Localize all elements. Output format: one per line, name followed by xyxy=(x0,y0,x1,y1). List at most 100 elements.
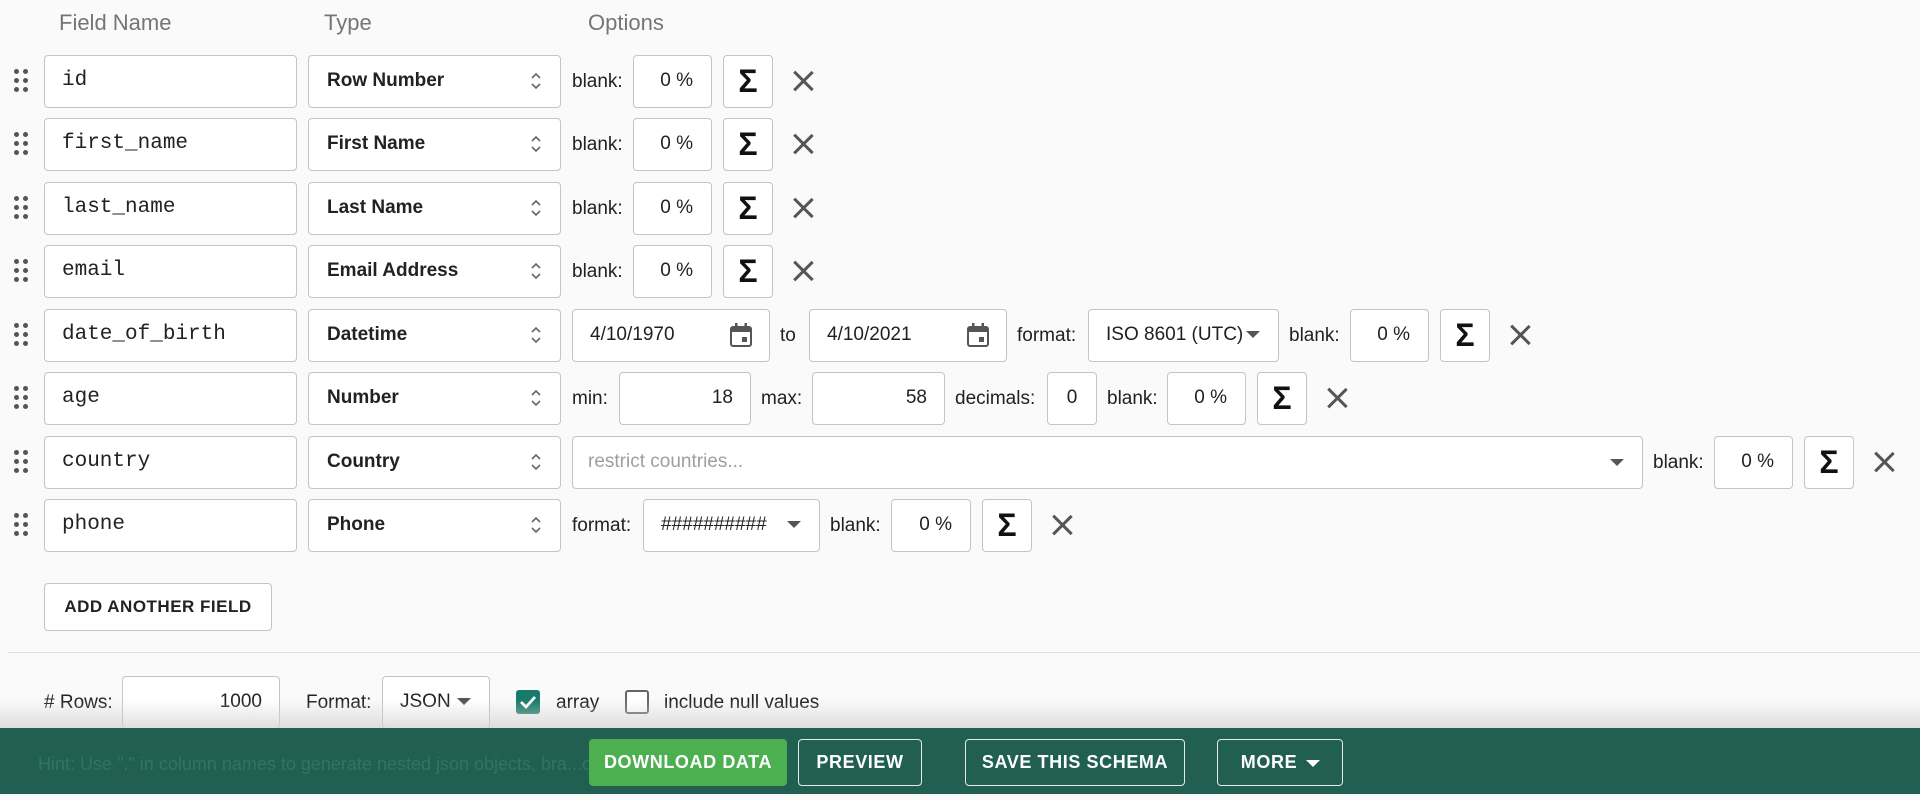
restrict-countries-placeholder: restrict countries... xyxy=(588,451,744,472)
drag-handle-icon[interactable] xyxy=(14,132,30,158)
remove-field-button[interactable] xyxy=(1322,383,1352,413)
drag-handle-icon[interactable] xyxy=(14,513,30,539)
sigma-button[interactable]: Σ xyxy=(723,55,773,108)
sigma-icon: Σ xyxy=(1272,380,1292,416)
date-from-input[interactable]: 4/10/1970 xyxy=(572,309,770,362)
field-type-select[interactable]: Row Number xyxy=(308,55,561,108)
field-type-select[interactable]: Email Address xyxy=(308,245,561,298)
drag-handle-icon[interactable] xyxy=(14,196,30,222)
preview-button[interactable]: PREVIEW xyxy=(798,739,922,786)
save-schema-button[interactable]: SAVE THIS SCHEMA xyxy=(965,739,1185,786)
blank-label: blank: xyxy=(830,515,881,536)
download-data-button[interactable]: DOWNLOAD DATA xyxy=(589,739,787,786)
blank-percent-input[interactable]: 0 % xyxy=(633,182,712,235)
blank-percent-input[interactable]: 0 % xyxy=(891,499,971,552)
updown-arrows-icon xyxy=(531,72,541,90)
remove-field-button[interactable] xyxy=(788,66,818,96)
updown-arrows-icon xyxy=(531,326,541,344)
blank-percent-input[interactable]: 0 % xyxy=(1714,436,1793,489)
footer-bar: Hint: Use "." in column names to generat… xyxy=(0,728,1920,794)
date-to-input[interactable]: 4/10/2021 xyxy=(809,309,1007,362)
remove-field-button[interactable] xyxy=(788,193,818,223)
field-name-input[interactable]: age xyxy=(44,372,297,425)
sigma-button[interactable]: Σ xyxy=(723,182,773,235)
blank-percent-input[interactable]: 0 % xyxy=(633,245,712,298)
phone-format-select[interactable]: ########## xyxy=(643,499,820,552)
add-another-field-button[interactable]: ADD ANOTHER FIELD xyxy=(44,583,272,631)
field-name-input[interactable]: country xyxy=(44,436,297,489)
sigma-button[interactable]: Σ xyxy=(1257,372,1307,425)
field-row-last-name: last_name Last Name blank: 0 % Σ xyxy=(0,182,1920,236)
blank-label: blank: xyxy=(1653,452,1704,473)
remove-field-button[interactable] xyxy=(788,256,818,286)
blank-percent-input[interactable]: 0 % xyxy=(1167,372,1246,425)
scroll-shadow xyxy=(0,700,1920,728)
field-name-input[interactable]: date_of_birth xyxy=(44,309,297,362)
date-format-select[interactable]: ISO 8601 (UTC) xyxy=(1088,309,1279,362)
field-row-email: email Email Address blank: 0 % Σ xyxy=(0,245,1920,299)
drag-handle-icon[interactable] xyxy=(14,386,30,412)
column-headers: Field Name Type Options xyxy=(0,0,1920,44)
field-name-input[interactable]: first_name xyxy=(44,118,297,171)
field-type-select[interactable]: First Name xyxy=(308,118,561,171)
field-type-select[interactable]: Number xyxy=(308,372,561,425)
field-row-first-name: first_name First Name blank: 0 % Σ xyxy=(0,118,1920,172)
max-input[interactable]: 58 xyxy=(812,372,945,425)
min-input[interactable]: 18 xyxy=(619,372,751,425)
field-type-label: Email Address xyxy=(327,260,459,281)
remove-field-button[interactable] xyxy=(1869,447,1899,477)
date-from-value: 4/10/1970 xyxy=(590,324,675,345)
header-field-name: Field Name xyxy=(59,10,172,35)
drag-handle-icon[interactable] xyxy=(14,323,30,349)
sigma-button[interactable]: Σ xyxy=(723,245,773,298)
remove-field-button[interactable] xyxy=(788,129,818,159)
calendar-icon[interactable] xyxy=(966,322,990,348)
field-type-select[interactable]: Phone xyxy=(308,499,561,552)
more-button[interactable]: MORE xyxy=(1217,739,1343,786)
sigma-button[interactable]: Σ xyxy=(1804,436,1854,489)
drag-handle-icon[interactable] xyxy=(14,450,30,476)
header-type: Type xyxy=(324,10,372,35)
field-type-select[interactable]: Last Name xyxy=(308,182,561,235)
field-type-select[interactable]: Country xyxy=(308,436,561,489)
updown-arrows-icon xyxy=(531,199,541,217)
field-name-input[interactable]: email xyxy=(44,245,297,298)
sigma-button[interactable]: Σ xyxy=(1440,309,1490,362)
remove-field-button[interactable] xyxy=(1047,510,1077,540)
field-row-age: age Number min: 18 max: 58 decimals: 0 b… xyxy=(0,372,1920,426)
remove-field-button[interactable] xyxy=(1505,320,1535,350)
blank-percent-input[interactable]: 0 % xyxy=(633,55,712,108)
min-label: min: xyxy=(572,388,608,409)
sigma-icon: Σ xyxy=(1455,317,1475,353)
field-name-input[interactable]: last_name xyxy=(44,182,297,235)
drag-handle-icon[interactable] xyxy=(14,259,30,285)
format-label: format: xyxy=(572,515,632,536)
field-row-phone: phone Phone format: ########## blank: 0 … xyxy=(0,499,1920,553)
sigma-icon: Σ xyxy=(738,126,758,162)
date-to-value: 4/10/2021 xyxy=(827,324,912,345)
field-type-select[interactable]: Datetime xyxy=(308,309,561,362)
decimals-input[interactable]: 0 xyxy=(1047,372,1097,425)
blank-percent-input[interactable]: 0 % xyxy=(1350,309,1429,362)
updown-arrows-icon xyxy=(531,135,541,153)
restrict-countries-select[interactable]: restrict countries... xyxy=(572,436,1643,489)
field-type-label: First Name xyxy=(327,133,426,154)
caret-down-icon xyxy=(1610,459,1624,466)
updown-arrows-icon xyxy=(531,389,541,407)
calendar-icon[interactable] xyxy=(729,322,753,348)
drag-handle-icon[interactable] xyxy=(14,69,30,95)
field-type-label: Number xyxy=(327,387,399,408)
updown-arrows-icon xyxy=(531,262,541,280)
more-label: MORE xyxy=(1240,752,1298,772)
sigma-button[interactable]: Σ xyxy=(723,118,773,171)
field-name-input[interactable]: id xyxy=(44,55,297,108)
format-label: format: xyxy=(1017,325,1077,346)
blank-label: blank: xyxy=(572,198,623,219)
blank-percent-input[interactable]: 0 % xyxy=(633,118,712,171)
field-type-label: Country xyxy=(327,451,400,472)
sigma-button[interactable]: Σ xyxy=(982,499,1032,552)
caret-down-icon xyxy=(1306,760,1320,767)
field-name-input[interactable]: phone xyxy=(44,499,297,552)
blank-label: blank: xyxy=(1289,325,1340,346)
sigma-icon: Σ xyxy=(1819,444,1839,480)
